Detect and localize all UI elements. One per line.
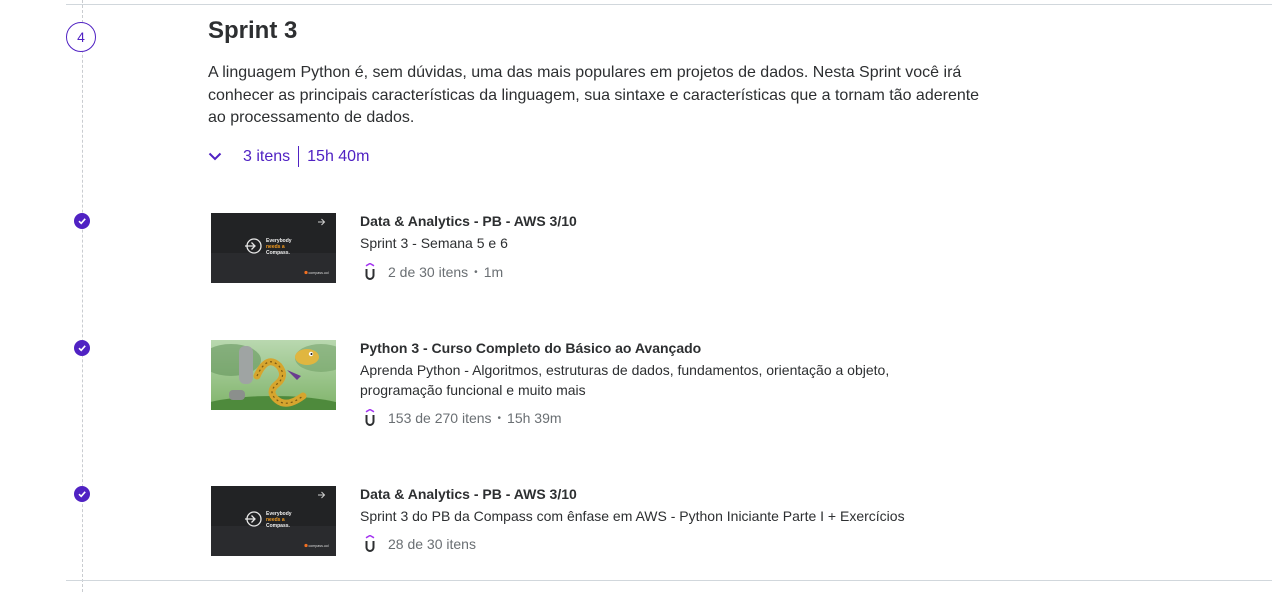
course-progress: 28 de 30 itens [360, 535, 476, 553]
udemy-u-icon [360, 263, 380, 281]
course-progress: 153 de 270 itens • 15h 39m [360, 409, 562, 427]
section-description: A linguagem Python é, sem dúvidas, uma d… [208, 64, 980, 126]
section-duration: 15h 40m [307, 148, 370, 165]
course-progress: 2 de 30 itens • 1m [360, 263, 503, 281]
thumb-line-3: Compass. [266, 523, 291, 529]
separator-dot: • [474, 266, 478, 278]
course-duration: 1m [483, 264, 504, 280]
thumb-brand: compass.uol [309, 544, 329, 548]
course-thumbnail[interactable] [211, 340, 336, 410]
bottom-divider [66, 580, 1272, 581]
check-circle-icon [74, 486, 90, 502]
section-meta: 3 itens 15h 40m [208, 146, 369, 167]
course-duration: 15h 39m [507, 410, 562, 426]
course-thumbnail[interactable]: Everybody needs a Compass. compass.uol [211, 486, 336, 556]
check-circle-icon [74, 213, 90, 229]
section-number: 4 [77, 29, 85, 45]
items-count[interactable]: 3 itens [243, 146, 300, 167]
course-title[interactable]: Data & Analytics - PB - AWS 3/10 [360, 486, 577, 502]
separator-dot: • [497, 412, 502, 424]
progress-count: 2 de 30 itens [388, 264, 469, 280]
course-title[interactable]: Python 3 - Curso Completo do Básico ao A… [360, 340, 701, 356]
course-title[interactable]: Data & Analytics - PB - AWS 3/10 [360, 213, 577, 229]
timeline-line [82, 0, 83, 592]
course-subtitle: Sprint 3 - Semana 5 e 6 [360, 235, 508, 251]
course-subtitle: Aprenda Python - Algoritmos, estruturas … [360, 362, 890, 398]
thumb-line-3: Compass. [266, 250, 291, 256]
thumb-brand: compass.uol [309, 271, 329, 275]
chevron-down-icon[interactable] [208, 152, 230, 161]
udemy-u-icon [360, 535, 380, 553]
section-number-badge: 4 [66, 22, 96, 52]
course-thumbnail[interactable]: Everybody needs a Compass. compass.uol [211, 213, 336, 283]
udemy-u-icon [360, 409, 380, 427]
section-title: Sprint 3 [208, 17, 298, 44]
check-circle-icon [74, 340, 90, 356]
progress-count: 153 de 270 itens [388, 410, 492, 426]
top-divider [66, 4, 1272, 5]
course-subtitle: Sprint 3 do PB da Compass com ênfase em … [360, 508, 905, 524]
progress-count: 28 de 30 itens [388, 536, 476, 552]
